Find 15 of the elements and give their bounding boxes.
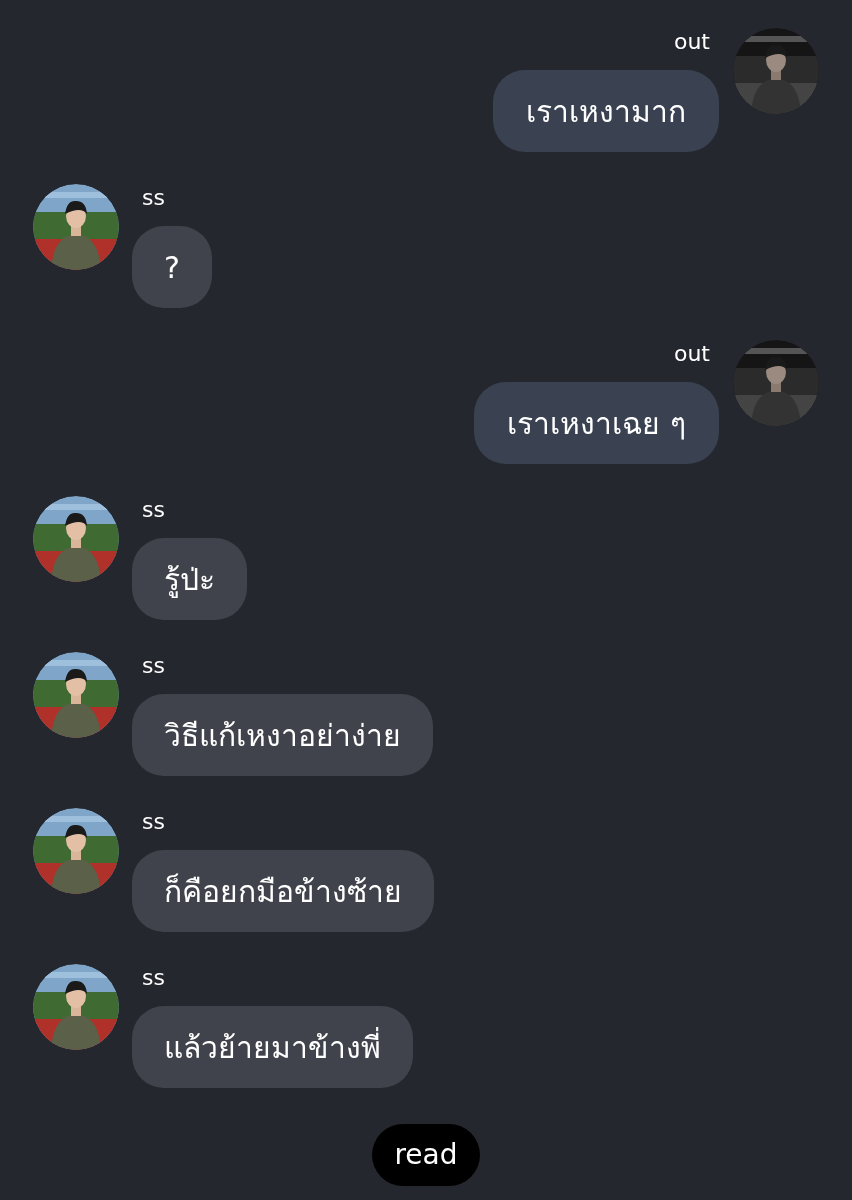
read-receipt: read bbox=[372, 1124, 480, 1186]
sender-name: ss bbox=[142, 496, 165, 524]
message-bubble: วิธีแก้เหงาอย่าง่าย bbox=[132, 694, 433, 776]
message-bubble: ก็คือยกมือข้างซ้าย bbox=[132, 850, 434, 932]
sender-name: ss bbox=[142, 652, 165, 680]
sender-name: out bbox=[673, 340, 710, 368]
sender-name: ss bbox=[142, 964, 165, 992]
message-bubble: เราเหงาเฉย ๆ bbox=[474, 382, 719, 464]
message-bubble: รู้ป่ะ bbox=[132, 538, 247, 620]
sender-name: out bbox=[673, 28, 710, 56]
message-bubble: แล้วย้ายมาข้างพี่ bbox=[132, 1006, 413, 1088]
sender-name: ss bbox=[142, 184, 165, 212]
message-bubble: เราเหงามาก bbox=[493, 70, 719, 152]
sender-name: ss bbox=[142, 808, 165, 836]
message-bubble: ? bbox=[132, 226, 212, 308]
